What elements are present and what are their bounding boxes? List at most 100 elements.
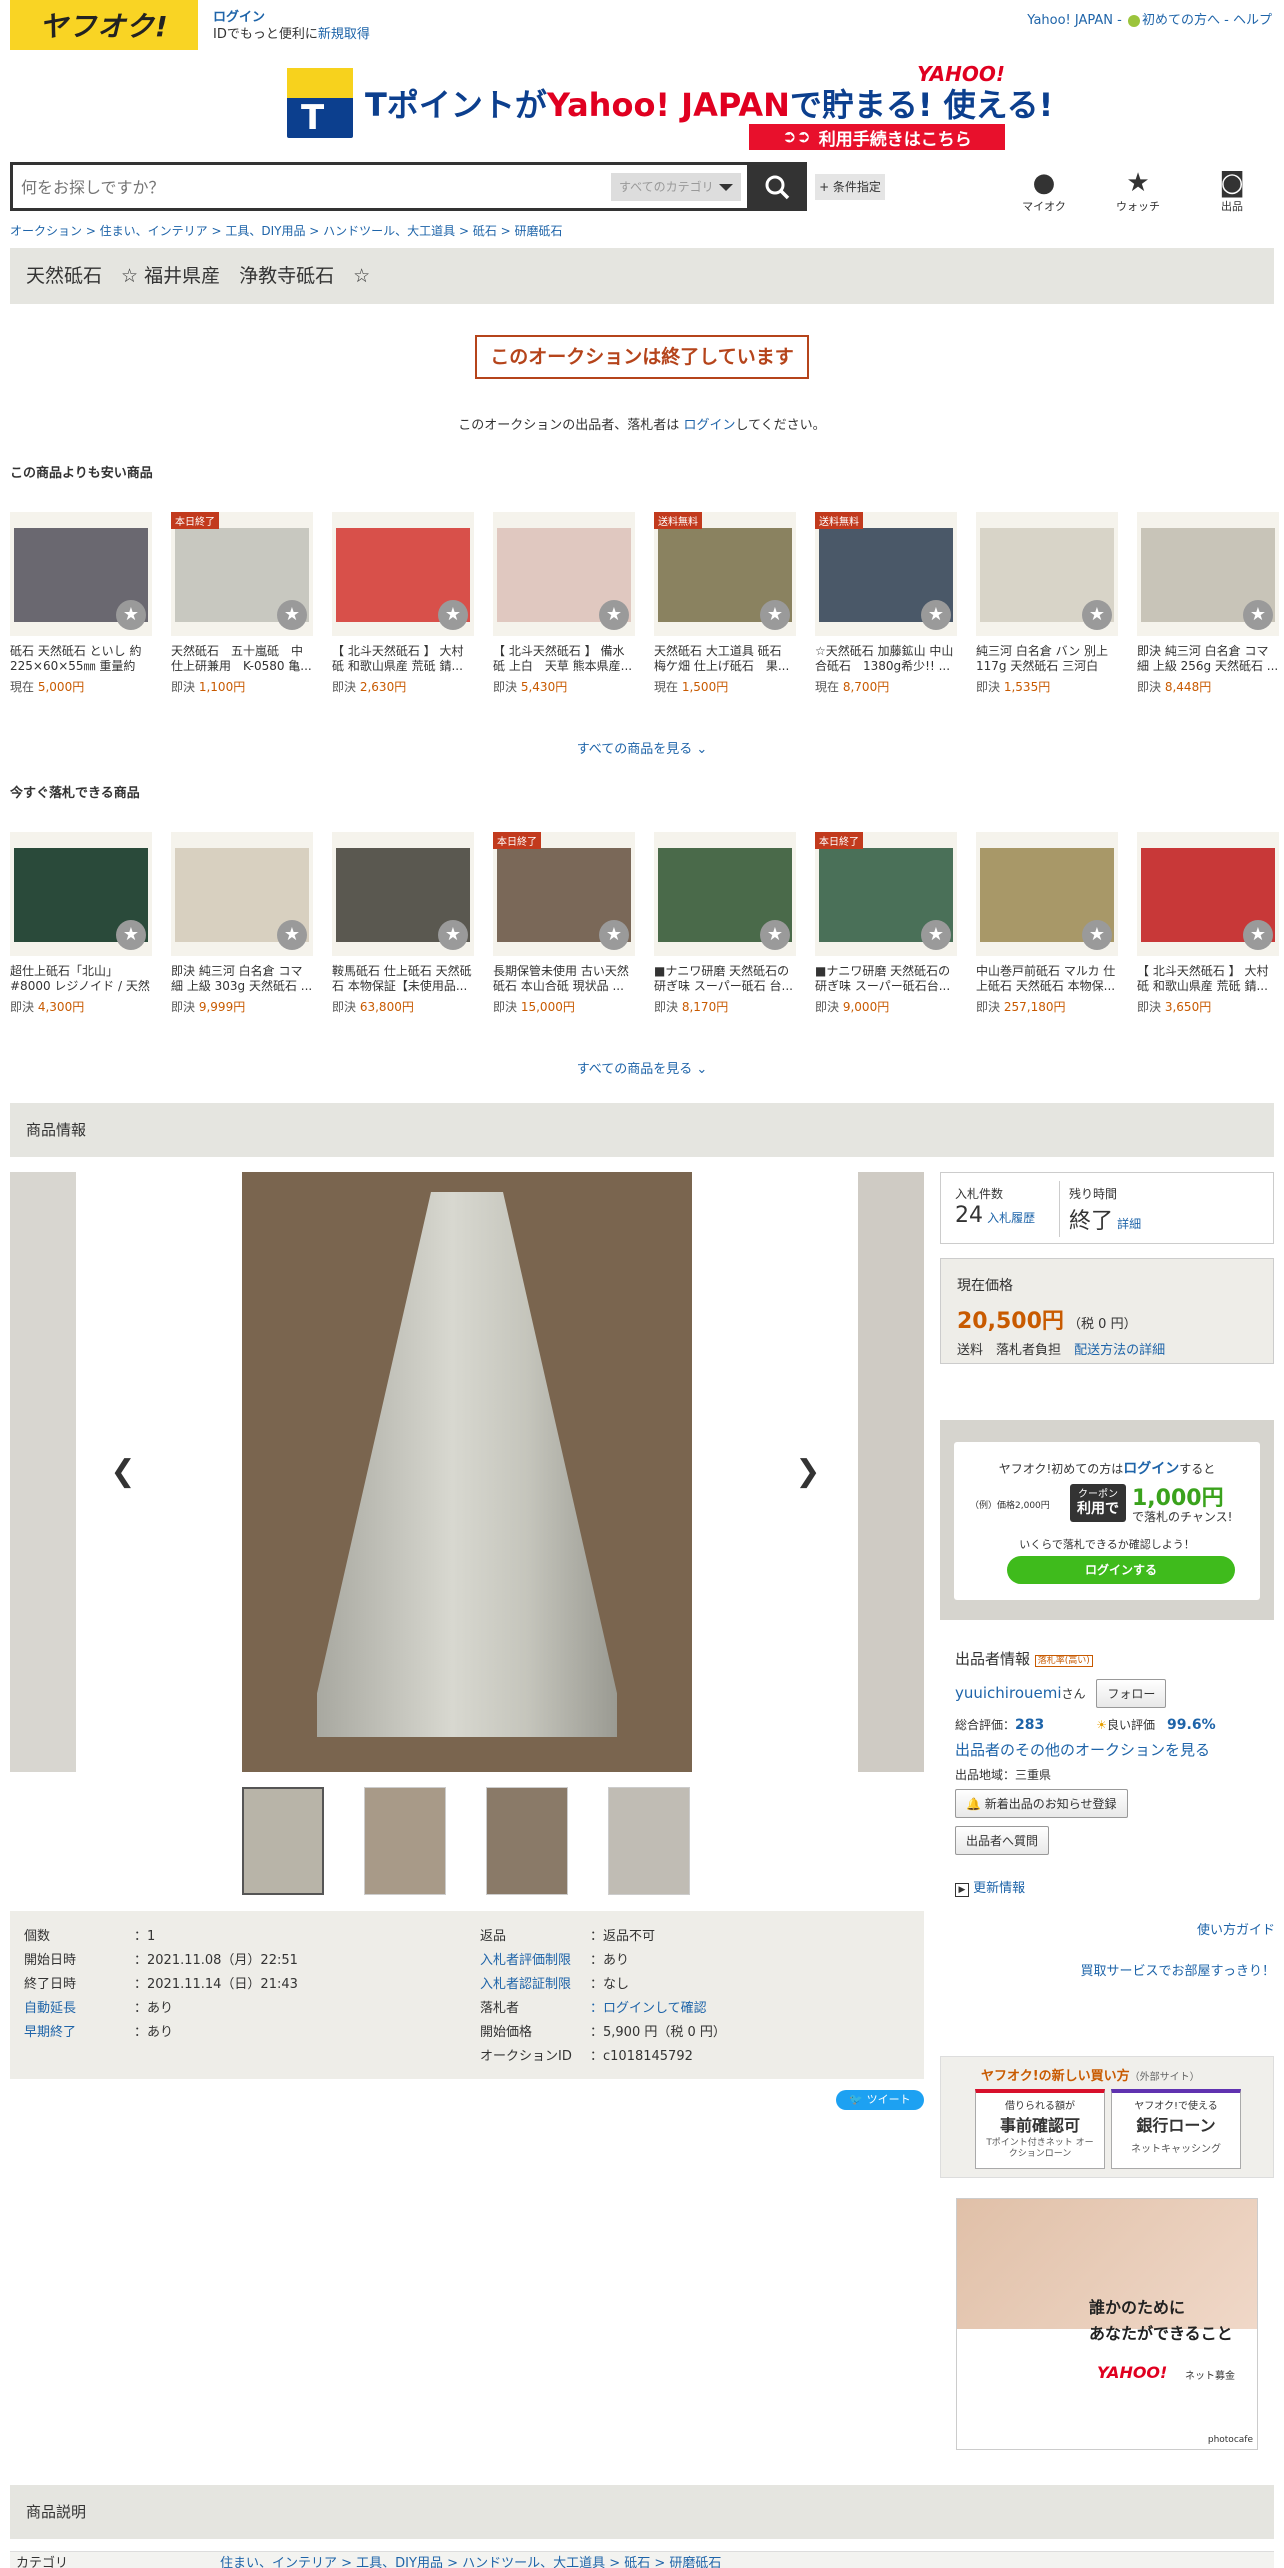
watch-star-icon[interactable]: ★ (1082, 600, 1112, 630)
watch-star-icon[interactable]: ★ (760, 920, 790, 950)
cheaper-more-link[interactable]: すべての商品を見る ⌄ (0, 738, 1284, 757)
product-name[interactable]: 鞍馬砥石 仕上砥石 天然砥石 本物保証【未使用品... (332, 964, 474, 994)
watch-star-icon[interactable]: ★ (599, 920, 629, 950)
watch-star-icon[interactable]: ★ (438, 920, 468, 950)
watch-star-icon[interactable]: ★ (921, 920, 951, 950)
product-card[interactable]: 本日終了 ★ 天然砥石 五十嵐砥 中仕上研兼用 K-0580 亀... 即決 1,10… (171, 512, 313, 695)
sell-nav[interactable]: ◙ 出品 (1202, 168, 1262, 214)
my-auction-nav[interactable]: ● マイオク (1014, 168, 1074, 214)
product-card[interactable]: 送料無料 ★ 天然砥石 大工道具 砥石 梅ケ畑 仕上げ砥石 果... 現在 1,500… (654, 512, 796, 695)
product-thumbnail[interactable]: ★ (171, 832, 313, 956)
product-thumbnail[interactable]: ★ (976, 512, 1118, 636)
prev-image-preview[interactable] (10, 1172, 76, 1772)
next-arrow-icon[interactable]: ❯ (795, 1454, 821, 1490)
detail-value[interactable]: ：ログインして確認 (590, 1997, 900, 2021)
product-name[interactable]: 即決 純三河 白名倉 コマ 細 上級 256g 天然砥石 ... (1137, 644, 1279, 674)
product-thumbnail[interactable]: ★ (493, 512, 635, 636)
bid-history-link[interactable]: 入札履歴 (987, 1211, 1035, 1225)
product-card[interactable]: ★ 砥石 天然砥石 といし 約225×60×55㎜ 重量約148... 現在 5,0… (10, 512, 152, 695)
product-name[interactable]: 砥石 天然砥石 といし 約225×60×55㎜ 重量約148... (10, 644, 152, 674)
product-name[interactable]: ■ナニワ研磨 天然砥石の研ぎ味 スーパー砥石 台... (654, 964, 796, 994)
signup-link[interactable]: 新規取得 (318, 27, 370, 42)
instant-more-link[interactable]: すべての商品を見る ⌄ (0, 1058, 1284, 1077)
product-name[interactable]: 超仕上砥石「北山」#8000 レジノイド / 天然砥石... (10, 964, 152, 994)
watch-star-icon[interactable]: ★ (116, 920, 146, 950)
watch-star-icon[interactable]: ★ (760, 600, 790, 630)
coupon-login-link[interactable]: ログイン (1123, 1461, 1179, 1477)
product-thumbnail[interactable]: 送料無料 ★ (654, 512, 796, 636)
product-card[interactable]: ★ 【 北斗天然砥石 】 大村砥 和歌山県産 荒砥 錆... 即決 3,650円 (1137, 832, 1279, 1015)
follow-button[interactable]: フォロー (1096, 1679, 1167, 1708)
update-info-link[interactable]: 更新情報 (973, 1881, 1025, 1896)
product-thumbnail[interactable]: 送料無料 ★ (815, 512, 957, 636)
category-path-link[interactable]: 住まい、インテリア > 工具、DIY用品 > ハンドツール、大工道具 > 砥石 … (220, 2552, 721, 2568)
buyback-service-link[interactable]: 買取サービスでお部屋すっきり！ (1081, 1964, 1275, 1979)
ask-seller-button[interactable]: 出品者へ質問 (955, 1826, 1050, 1855)
product-card[interactable]: ★ 中山巻戸前砥石 マルカ 仕上砥石 天然砥石 本物保... 即決 257,180円 (976, 832, 1118, 1015)
charity-ad[interactable]: 誰かのために あなたができること YAHOO! ネット募金 photocafe (956, 2198, 1258, 2450)
product-name[interactable]: 中山巻戸前砥石 マルカ 仕上砥石 天然砥石 本物保... (976, 964, 1118, 994)
conditions-button[interactable]: + 条件指定 (815, 174, 885, 200)
product-name[interactable]: 【 北斗天然砥石 】 備水砥 上白 天草 熊本県産... (493, 644, 635, 674)
watch-star-icon[interactable]: ★ (116, 600, 146, 630)
watch-star-icon[interactable]: ★ (277, 920, 307, 950)
thumbnail[interactable] (364, 1787, 446, 1895)
watch-star-icon[interactable]: ★ (438, 600, 468, 630)
product-thumbnail[interactable]: ★ (10, 512, 152, 636)
detail-key[interactable]: 早期終了 (24, 2021, 134, 2045)
tpoint-banner[interactable]: T TポイントがYahoo! JAPANで貯まる! 使える! YAHOO! ➲➲… (287, 62, 1053, 152)
product-thumbnail[interactable]: ★ (10, 832, 152, 956)
thumbnail[interactable] (486, 1787, 568, 1895)
product-card[interactable]: ★ 【 北斗天然砥石 】 大村砥 和歌山県産 荒砥 錆... 即決 2,630円 (332, 512, 474, 695)
coupon-login-button[interactable]: ログインする (1007, 1556, 1235, 1584)
product-card[interactable]: ★ 純三河 白名倉 バン 別上 117g 天然砥石 三河白名... 即決 1,535… (976, 512, 1118, 695)
product-thumbnail[interactable]: ★ (332, 832, 474, 956)
product-card[interactable]: 本日終了 ★ 長期保管未使用 古い天然砥石 本山合砥 現状品 ... 即決 15,00… (493, 832, 635, 1015)
product-card[interactable]: ★ 即決 純三河 白名倉 コマ 細 上級 303g 天然砥石 ... 即決 9,99… (171, 832, 313, 1015)
product-name[interactable]: ☆天然砥石 加藤鉱山 中山 合砥石 1380g希少!! ... (815, 644, 957, 674)
usage-guide-link[interactable]: 使い方ガイド (1197, 1923, 1275, 1938)
product-thumbnail[interactable]: ★ (654, 832, 796, 956)
yahuoku-logo[interactable]: ヤフオク! (10, 0, 198, 50)
detail-key[interactable]: 入札者評価制限 (480, 1949, 590, 1973)
product-name[interactable]: ■ナニワ研磨 天然砥石の研ぎ味 スーパー砥石台... (815, 964, 957, 994)
watch-star-icon[interactable]: ★ (599, 600, 629, 630)
product-thumbnail[interactable]: 本日終了 ★ (171, 512, 313, 636)
product-thumbnail[interactable]: 本日終了 ★ (493, 832, 635, 956)
main-product-image[interactable] (242, 1172, 692, 1772)
watch-star-icon[interactable]: ★ (921, 600, 951, 630)
search-button[interactable] (747, 162, 807, 211)
product-thumbnail[interactable]: ★ (1137, 832, 1279, 956)
product-card[interactable]: 送料無料 ★ ☆天然砥石 加藤鉱山 中山 合砥石 1380g希少!! ... 現在 8… (815, 512, 957, 695)
good-rating-link[interactable]: 99.6% (1167, 1717, 1216, 1733)
product-name[interactable]: 天然砥石 大工道具 砥石 梅ケ畑 仕上げ砥石 果... (654, 644, 796, 674)
product-thumbnail[interactable]: ★ (976, 832, 1118, 956)
breadcrumb[interactable]: オークション > 住まい、インテリア > 工具、DIY用品 > ハンドツール、大… (10, 222, 563, 239)
login-link[interactable]: ログイン (213, 10, 265, 25)
prev-arrow-icon[interactable]: ❮ (110, 1454, 136, 1490)
product-card[interactable]: ★ 即決 純三河 白名倉 コマ 細 上級 256g 天然砥石 ... 即決 8,44… (1137, 512, 1279, 695)
seller-name-link[interactable]: yuuichirouemi (955, 1684, 1062, 1702)
yahoo-japan-link[interactable]: Yahoo! JAPAN (1027, 13, 1113, 28)
product-name[interactable]: 長期保管未使用 古い天然砥石 本山合砥 現状品 ... (493, 964, 635, 994)
product-card[interactable]: ★ 鞍馬砥石 仕上砥石 天然砥石 本物保証【未使用品... 即決 63,800円 (332, 832, 474, 1015)
thumbnail[interactable] (608, 1787, 690, 1895)
product-name[interactable]: 【 北斗天然砥石 】 大村砥 和歌山県産 荒砥 錆... (1137, 964, 1279, 994)
shipping-detail-link[interactable]: 配送方法の詳細 (1074, 1343, 1165, 1358)
product-thumbnail[interactable]: ★ (1137, 512, 1279, 636)
detail-key[interactable]: 入札者認証制限 (480, 1973, 590, 1997)
product-name[interactable]: 【 北斗天然砥石 】 大村砥 和歌山県産 荒砥 錆... (332, 644, 474, 674)
product-name[interactable]: 即決 純三河 白名倉 コマ 細 上級 303g 天然砥石 ... (171, 964, 313, 994)
search-input[interactable] (21, 173, 601, 201)
loan-card-2[interactable]: ヤフオク!で使える 銀行ローン ネットキャッシング (1111, 2089, 1241, 2169)
remain-detail-link[interactable]: 詳細 (1117, 1217, 1141, 1231)
detail-key[interactable]: 自動延長 (24, 1997, 134, 2021)
next-image-preview[interactable] (858, 1172, 924, 1772)
product-card[interactable]: ★ ■ナニワ研磨 天然砥石の研ぎ味 スーパー砥石 台... 即決 8,170円 (654, 832, 796, 1015)
product-thumbnail[interactable]: 本日終了 ★ (815, 832, 957, 956)
product-name[interactable]: 純三河 白名倉 バン 別上 117g 天然砥石 三河白名... (976, 644, 1118, 674)
product-card[interactable]: ★ 超仕上砥石「北山」#8000 レジノイド / 天然砥石... 即決 4,300円 (10, 832, 152, 1015)
watch-star-icon[interactable]: ★ (1082, 920, 1112, 950)
product-name[interactable]: 天然砥石 五十嵐砥 中仕上研兼用 K-0580 亀... (171, 644, 313, 674)
banner-cta-button[interactable]: ➲➲ 利用手続きはこちら (749, 124, 1005, 150)
